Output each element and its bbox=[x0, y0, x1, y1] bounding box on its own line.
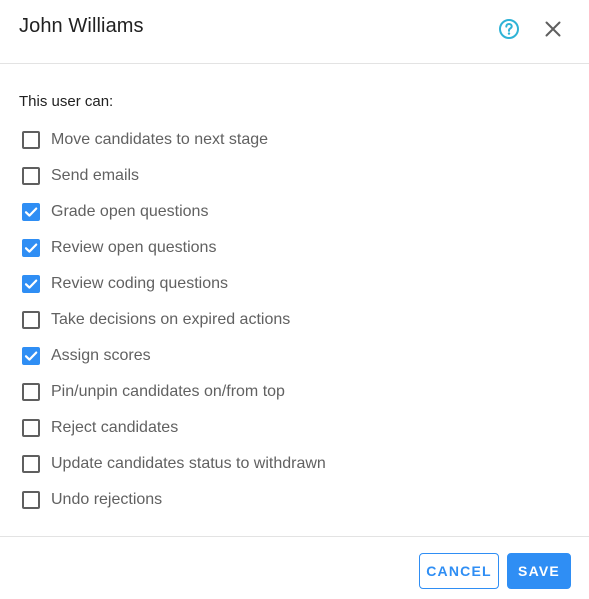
permission-checkbox[interactable] bbox=[22, 239, 40, 257]
permission-checkbox[interactable] bbox=[22, 419, 40, 437]
permission-checkbox[interactable] bbox=[22, 491, 40, 509]
permission-checkbox[interactable] bbox=[22, 131, 40, 149]
permission-row-grade-open-questions[interactable]: Grade open questions bbox=[0, 194, 589, 230]
permission-checkbox[interactable] bbox=[22, 203, 40, 221]
permission-row-pin-unpin-candidates[interactable]: Pin/unpin candidates on/from top bbox=[0, 374, 589, 410]
permission-row-move-to-next-stage[interactable]: Move candidates to next stage bbox=[0, 122, 589, 158]
help-circle-icon[interactable] bbox=[498, 18, 520, 40]
permission-row-update-status-withdrawn[interactable]: Update candidates status to withdrawn bbox=[0, 446, 589, 482]
permission-label: Reject candidates bbox=[51, 419, 179, 436]
checkmark-icon bbox=[24, 207, 38, 217]
permission-label: Assign scores bbox=[51, 347, 151, 364]
permissions-list: Move candidates to next stage Send emails… bbox=[0, 122, 589, 518]
dialog-body: This user can: Move candidates to next s… bbox=[0, 64, 589, 536]
permission-label: Move candidates to next stage bbox=[51, 131, 269, 148]
user-permissions-dialog: John Williams This user can: Move candid… bbox=[0, 0, 589, 599]
permission-label: Update candidates status to withdrawn bbox=[51, 455, 326, 472]
dialog-footer: CANCEL SAVE bbox=[0, 536, 589, 599]
permission-row-send-emails[interactable]: Send emails bbox=[0, 158, 589, 194]
save-button[interactable]: SAVE bbox=[507, 553, 571, 589]
dialog-title: John Williams bbox=[19, 15, 144, 37]
checkmark-icon bbox=[24, 279, 38, 289]
permission-row-reject-candidates[interactable]: Reject candidates bbox=[0, 410, 589, 446]
permission-label: Take decisions on expired actions bbox=[51, 311, 291, 328]
permission-label: Pin/unpin candidates on/from top bbox=[51, 383, 285, 400]
permission-label: Review open questions bbox=[51, 239, 217, 256]
permission-label: Grade open questions bbox=[51, 203, 209, 220]
permission-checkbox[interactable] bbox=[22, 275, 40, 293]
permission-label: Undo rejections bbox=[51, 491, 163, 508]
permissions-heading: This user can: bbox=[19, 93, 114, 110]
permission-row-review-open-questions[interactable]: Review open questions bbox=[0, 230, 589, 266]
permission-checkbox[interactable] bbox=[22, 383, 40, 401]
dialog-header: John Williams bbox=[0, 0, 589, 64]
close-icon[interactable] bbox=[541, 17, 565, 41]
permission-checkbox[interactable] bbox=[22, 311, 40, 329]
permission-row-undo-rejections[interactable]: Undo rejections bbox=[0, 482, 589, 518]
permission-row-review-coding-questions[interactable]: Review coding questions bbox=[0, 266, 589, 302]
permission-checkbox[interactable] bbox=[22, 347, 40, 365]
permission-label: Review coding questions bbox=[51, 275, 228, 292]
permission-row-assign-scores[interactable]: Assign scores bbox=[0, 338, 589, 374]
permission-row-take-decisions-expired[interactable]: Take decisions on expired actions bbox=[0, 302, 589, 338]
checkmark-icon bbox=[24, 351, 38, 361]
permission-checkbox[interactable] bbox=[22, 455, 40, 473]
checkmark-icon bbox=[24, 243, 38, 253]
cancel-button[interactable]: CANCEL bbox=[419, 553, 499, 589]
permission-label: Send emails bbox=[51, 167, 140, 184]
permission-checkbox[interactable] bbox=[22, 167, 40, 185]
